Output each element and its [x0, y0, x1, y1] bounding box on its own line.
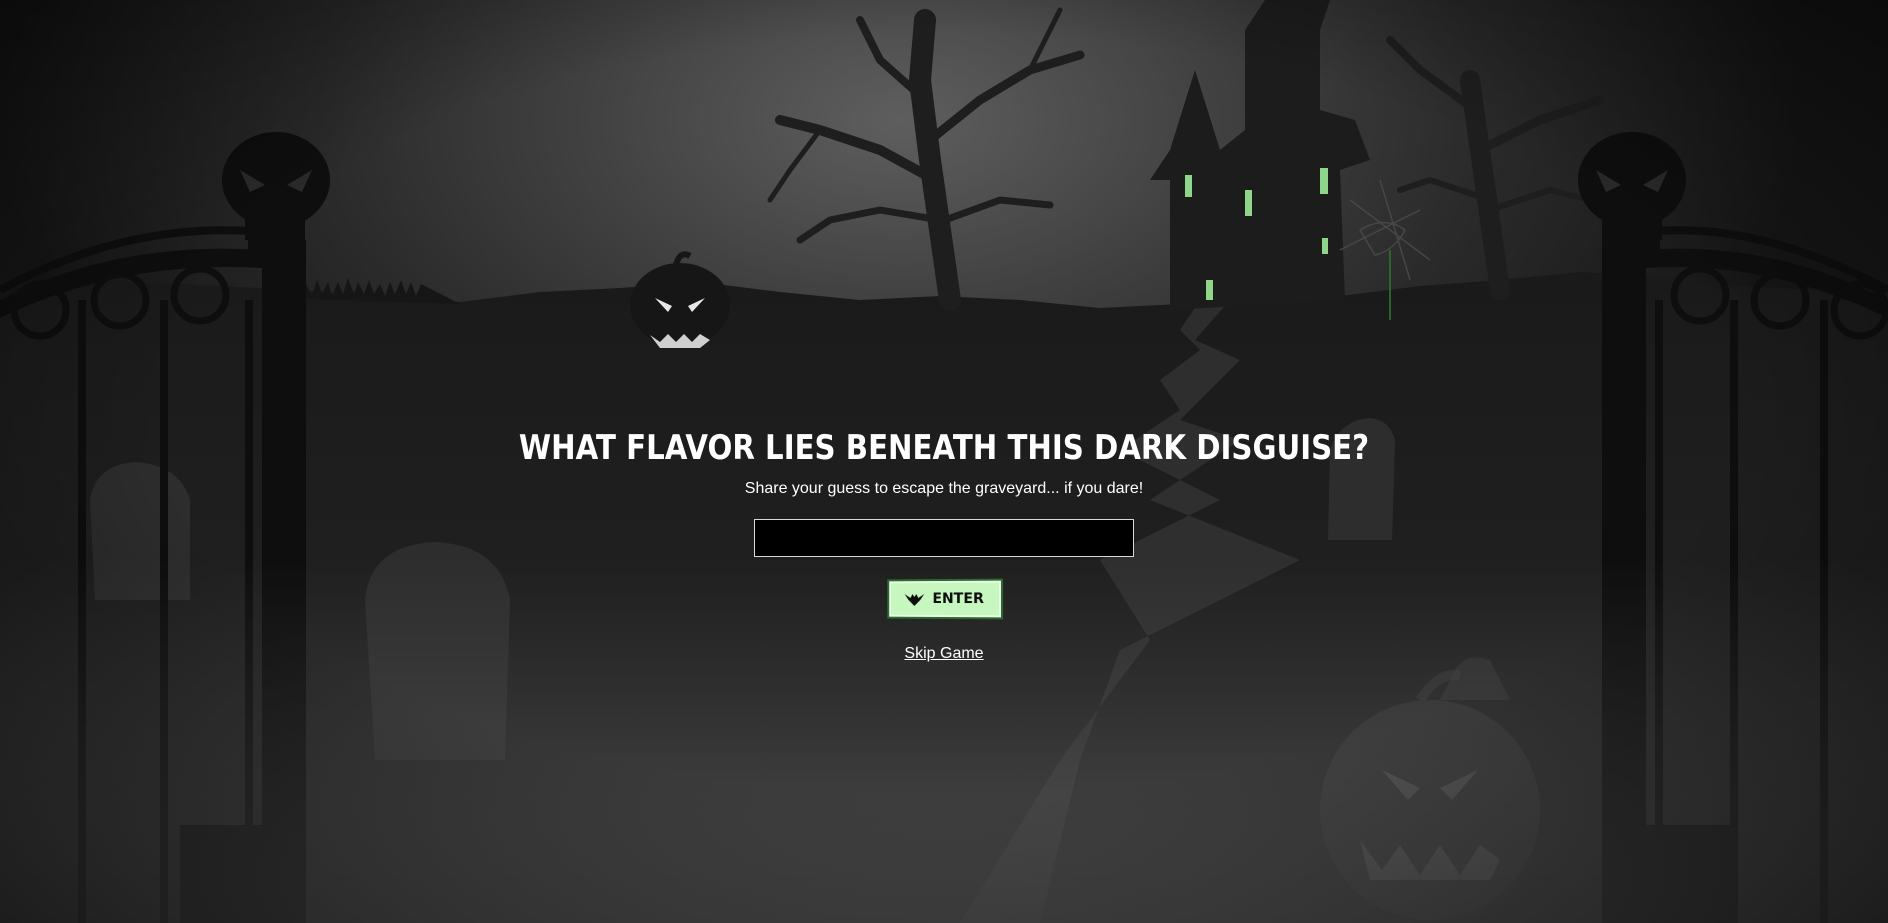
skip-game-link[interactable]: Skip Game: [904, 645, 983, 663]
guess-input[interactable]: [754, 519, 1134, 557]
guess-panel: WHAT FLAVOR LIES BENEATH THIS DARK DISGU…: [0, 428, 1888, 663]
bat-icon: [905, 594, 925, 606]
graveyard-scene: WHAT FLAVOR LIES BENEATH THIS DARK DISGU…: [0, 0, 1888, 923]
page-title: WHAT FLAVOR LIES BENEATH THIS DARK DISGU…: [518, 428, 1370, 468]
enter-button[interactable]: ENTER: [887, 578, 1004, 620]
enter-button-label: ENTER: [932, 590, 985, 608]
subtitle: Share your guess to escape the graveyard…: [744, 480, 1144, 497]
